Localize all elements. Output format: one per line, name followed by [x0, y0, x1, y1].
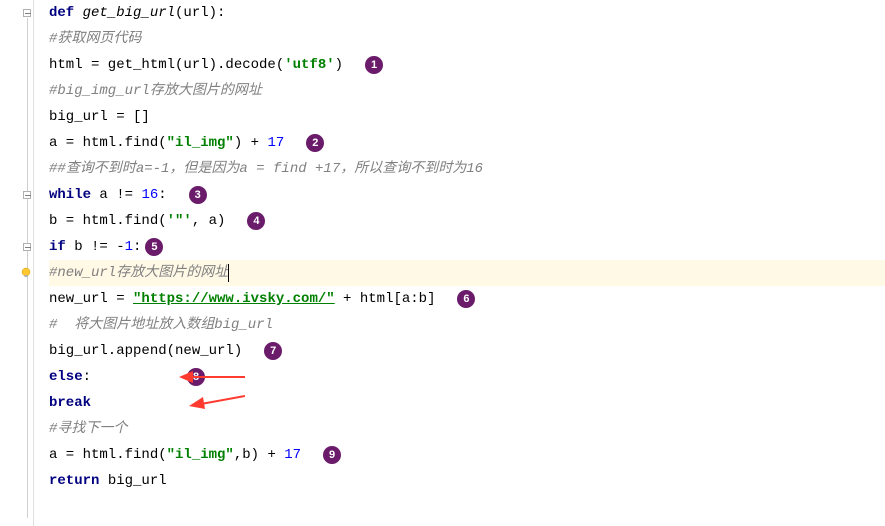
- annotation-badge: 6: [457, 290, 475, 308]
- string-literal: 'utf8': [284, 52, 334, 78]
- comment: # 将大图片地址放入数组big_url: [49, 312, 273, 338]
- code-line[interactable]: # 将大图片地址放入数组big_url: [49, 312, 885, 338]
- code-text: big_url: [108, 468, 167, 494]
- code-line[interactable]: a = html.find("il_img") + 17 2: [49, 130, 885, 156]
- code-line[interactable]: #寻找下一个: [49, 416, 885, 442]
- string-literal: "il_img": [167, 442, 234, 468]
- keyword-return: return: [49, 468, 108, 494]
- code-line-active[interactable]: #new_url存放大图片的网址: [49, 260, 885, 286]
- code-line[interactable]: big_url = []: [49, 104, 885, 130]
- keyword-break: break: [49, 390, 91, 416]
- code-line[interactable]: break: [49, 390, 885, 416]
- number-literal: 17: [284, 442, 301, 468]
- code-line[interactable]: new_url = "https://www.ivsky.com/" + htm…: [49, 286, 885, 312]
- code-text: a = html.find(: [49, 442, 167, 468]
- code-line[interactable]: #big_img_url存放大图片的网址: [49, 78, 885, 104]
- annotation-badge: 8: [187, 368, 205, 386]
- code-line[interactable]: #获取网页代码: [49, 26, 885, 52]
- code-line[interactable]: if b != -1:5: [49, 234, 885, 260]
- keyword-def: def: [49, 0, 83, 26]
- code-text: (url):: [175, 0, 225, 26]
- code-text: new_url =: [49, 286, 133, 312]
- function-name: get_big_url: [83, 0, 175, 26]
- code-line[interactable]: else: 8: [49, 364, 885, 390]
- code-text: :: [133, 234, 141, 260]
- code-text: b != -: [74, 234, 124, 260]
- comment: #big_img_url存放大图片的网址: [49, 78, 262, 104]
- fold-toggle-icon[interactable]: [23, 9, 31, 17]
- string-literal: "il_img": [167, 130, 234, 156]
- text-caret-icon: [228, 264, 229, 282]
- annotation-badge: 1: [365, 56, 383, 74]
- number-literal: 17: [267, 130, 284, 156]
- annotation-arrow-icon: [189, 394, 245, 412]
- code-line[interactable]: while a != 16: 3: [49, 182, 885, 208]
- fold-toggle-icon[interactable]: [23, 243, 31, 251]
- code-text: :: [158, 182, 166, 208]
- annotation-badge: 4: [247, 212, 265, 230]
- code-line[interactable]: return big_url: [49, 468, 885, 494]
- code-editor[interactable]: def get_big_url(url): #获取网页代码 html = get…: [43, 0, 885, 526]
- light-bulb-icon[interactable]: [19, 266, 33, 280]
- comment: #获取网页代码: [49, 26, 141, 52]
- annotation-badge: 7: [264, 342, 282, 360]
- code-text: html = get_html(url).decode(: [49, 52, 284, 78]
- code-line[interactable]: a = html.find("il_img",b) + 17 9: [49, 442, 885, 468]
- annotation-badge: 5: [145, 238, 163, 256]
- code-text: a = html.find(: [49, 130, 167, 156]
- keyword-if: if: [49, 234, 74, 260]
- annotation-badge: 2: [306, 134, 324, 152]
- code-line[interactable]: b = html.find('"', a) 4: [49, 208, 885, 234]
- code-text: big_url.append(new_url): [49, 338, 242, 364]
- code-text: , a): [192, 208, 226, 234]
- code-text: ) +: [234, 130, 268, 156]
- annotation-badge: 3: [189, 186, 207, 204]
- code-line[interactable]: html = get_html(url).decode('utf8') 1: [49, 52, 885, 78]
- annotation-badge: 9: [323, 446, 341, 464]
- number-literal: 1: [125, 234, 133, 260]
- code-line[interactable]: ##查询不到时a=-1，但是因为a = find +17，所以查询不到时为16: [49, 156, 885, 182]
- fold-toggle-icon[interactable]: [23, 191, 31, 199]
- comment: #寻找下一个: [49, 416, 127, 442]
- gutter: [0, 0, 34, 526]
- code-text: a !=: [99, 182, 141, 208]
- code-text: ,b) +: [234, 442, 284, 468]
- string-literal: '"': [167, 208, 192, 234]
- code-text: big_url = []: [49, 104, 150, 130]
- code-text: + html[a:b]: [335, 286, 436, 312]
- gutter-extra: [34, 0, 43, 526]
- string-url: "https://www.ivsky.com/": [133, 286, 335, 312]
- code-line[interactable]: def get_big_url(url):: [49, 0, 885, 26]
- code-line[interactable]: big_url.append(new_url) 7: [49, 338, 885, 364]
- number-literal: 16: [141, 182, 158, 208]
- keyword-while: while: [49, 182, 99, 208]
- keyword-else: else: [49, 364, 83, 390]
- code-text: :: [83, 364, 91, 390]
- comment: ##查询不到时a=-1，但是因为a = find +17，所以查询不到时为16: [49, 156, 483, 182]
- code-text: b = html.find(: [49, 208, 167, 234]
- code-text: ): [335, 52, 343, 78]
- comment: #new_url存放大图片的网址: [49, 260, 228, 286]
